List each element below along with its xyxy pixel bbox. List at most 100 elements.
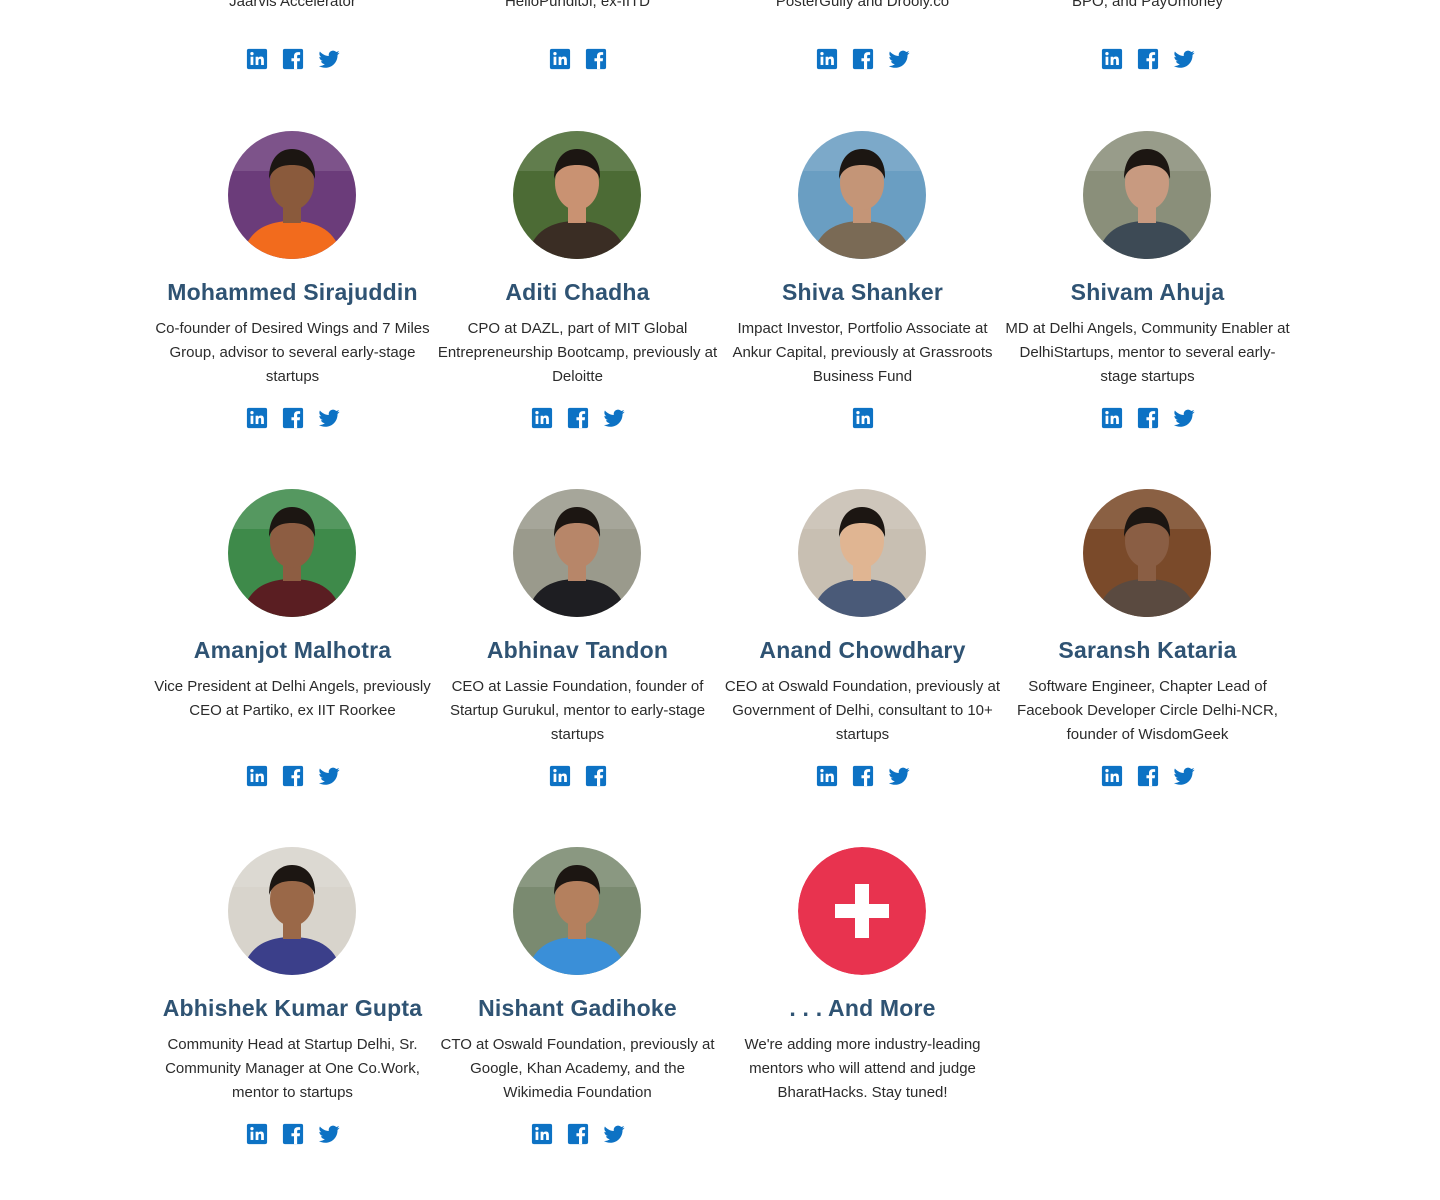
linkedin-icon bbox=[531, 1123, 553, 1145]
linkedin-icon bbox=[816, 765, 838, 787]
social-links bbox=[435, 407, 720, 429]
twitter-icon bbox=[1173, 407, 1195, 429]
social-links bbox=[435, 48, 720, 70]
mentor-description: Impact Investor, Portfolio Associate at … bbox=[732, 320, 993, 385]
more-title: . . . And More bbox=[789, 995, 936, 1021]
more-description: We're adding more industry-leading mento… bbox=[744, 1036, 981, 1101]
facebook-link[interactable] bbox=[282, 1123, 304, 1145]
facebook-icon bbox=[585, 765, 607, 787]
linkedin-link[interactable] bbox=[852, 407, 874, 429]
facebook-icon bbox=[852, 48, 874, 70]
social-links bbox=[720, 765, 1005, 787]
linkedin-link[interactable] bbox=[531, 407, 553, 429]
facebook-icon bbox=[282, 1123, 304, 1145]
linkedin-link[interactable] bbox=[549, 765, 571, 787]
social-links bbox=[1005, 407, 1290, 429]
top-row-partial: Jaarvis Accelerator HelloPunditJi, ex-II… bbox=[0, 0, 1440, 80]
facebook-link[interactable] bbox=[282, 765, 304, 787]
linkedin-icon bbox=[816, 48, 838, 70]
social-links bbox=[720, 407, 1005, 429]
twitter-icon bbox=[318, 48, 340, 70]
mentor-name: Nishant Gadihoke bbox=[478, 995, 677, 1021]
twitter-link[interactable] bbox=[318, 1123, 340, 1145]
mentor-name: Abhinav Tandon bbox=[486, 637, 669, 663]
social-links bbox=[1005, 765, 1290, 787]
linkedin-link[interactable] bbox=[246, 48, 268, 70]
linkedin-icon bbox=[246, 765, 268, 787]
mentor-name: Shivam Ahuja bbox=[1070, 279, 1225, 305]
twitter-link[interactable] bbox=[1173, 48, 1195, 70]
twitter-link[interactable] bbox=[603, 407, 625, 429]
mentor-description: CEO at Oswald Foundation, previously at … bbox=[724, 678, 1001, 743]
twitter-icon bbox=[888, 765, 910, 787]
twitter-link[interactable] bbox=[1173, 407, 1195, 429]
facebook-link[interactable] bbox=[567, 407, 589, 429]
twitter-icon bbox=[1173, 48, 1195, 70]
twitter-icon bbox=[888, 48, 910, 70]
linkedin-icon bbox=[246, 48, 268, 70]
twitter-link[interactable] bbox=[1173, 765, 1195, 787]
twitter-link[interactable] bbox=[318, 765, 340, 787]
facebook-link[interactable] bbox=[585, 765, 607, 787]
twitter-link[interactable] bbox=[318, 48, 340, 70]
facebook-link[interactable] bbox=[282, 48, 304, 70]
mentor-description: HelloPunditJi, ex-IITD bbox=[504, 0, 651, 10]
social-links bbox=[1005, 48, 1290, 70]
facebook-link[interactable] bbox=[282, 407, 304, 429]
facebook-icon bbox=[585, 48, 607, 70]
linkedin-icon bbox=[1101, 765, 1123, 787]
linkedin-icon bbox=[1101, 48, 1123, 70]
facebook-link[interactable] bbox=[1137, 407, 1159, 429]
facebook-link[interactable] bbox=[1137, 48, 1159, 70]
mentor-description: Co-founder of Desired Wings and 7 Miles … bbox=[155, 320, 430, 385]
twitter-icon bbox=[603, 407, 625, 429]
facebook-link[interactable] bbox=[852, 48, 874, 70]
linkedin-link[interactable] bbox=[816, 765, 838, 787]
facebook-link[interactable] bbox=[567, 1123, 589, 1145]
mentor-description: MD at Delhi Angels, Community Enabler at… bbox=[1005, 320, 1290, 385]
linkedin-link[interactable] bbox=[1101, 48, 1123, 70]
linkedin-link[interactable] bbox=[816, 48, 838, 70]
linkedin-link[interactable] bbox=[246, 765, 268, 787]
linkedin-icon bbox=[1101, 407, 1123, 429]
mentor-avatar bbox=[1083, 489, 1211, 617]
linkedin-link[interactable] bbox=[531, 1123, 553, 1145]
linkedin-icon bbox=[246, 407, 268, 429]
twitter-icon bbox=[318, 407, 340, 429]
mentor-name: Aditi Chadha bbox=[505, 279, 650, 305]
social-links bbox=[720, 48, 1005, 70]
social-links bbox=[435, 1123, 720, 1145]
mentor-name: Abhishek Kumar Gupta bbox=[162, 995, 423, 1021]
mentor-description: BPO, and PayUmoney bbox=[1072, 0, 1223, 10]
facebook-icon bbox=[1137, 407, 1159, 429]
twitter-icon bbox=[603, 1123, 625, 1145]
mentor-avatar bbox=[513, 489, 641, 617]
mentor-description: Community Head at Startup Delhi, Sr. Com… bbox=[165, 1036, 420, 1101]
facebook-link[interactable] bbox=[585, 48, 607, 70]
linkedin-icon bbox=[852, 407, 874, 429]
mentor-description: PosterGully and Drooly.co bbox=[775, 0, 950, 10]
mentor-description: CPO at DAZL, part of MIT Global Entrepre… bbox=[437, 320, 718, 385]
twitter-icon bbox=[318, 765, 340, 787]
twitter-link[interactable] bbox=[318, 407, 340, 429]
mentor-description: Software Engineer, Chapter Lead of Faceb… bbox=[1017, 678, 1278, 743]
mentor-name: Amanjot Malhotra bbox=[193, 637, 392, 663]
linkedin-link[interactable] bbox=[549, 48, 571, 70]
facebook-icon bbox=[282, 407, 304, 429]
linkedin-link[interactable] bbox=[1101, 765, 1123, 787]
mentor-avatar bbox=[228, 131, 356, 259]
linkedin-icon bbox=[549, 48, 571, 70]
twitter-link[interactable] bbox=[888, 48, 910, 70]
linkedin-icon bbox=[246, 1123, 268, 1145]
facebook-link[interactable] bbox=[852, 765, 874, 787]
twitter-link[interactable] bbox=[888, 765, 910, 787]
social-links bbox=[150, 1123, 435, 1145]
linkedin-link[interactable] bbox=[1101, 407, 1123, 429]
twitter-link[interactable] bbox=[603, 1123, 625, 1145]
facebook-link[interactable] bbox=[1137, 765, 1159, 787]
social-links bbox=[150, 48, 435, 70]
facebook-icon bbox=[282, 765, 304, 787]
linkedin-link[interactable] bbox=[246, 407, 268, 429]
linkedin-link[interactable] bbox=[246, 1123, 268, 1145]
facebook-icon bbox=[1137, 48, 1159, 70]
